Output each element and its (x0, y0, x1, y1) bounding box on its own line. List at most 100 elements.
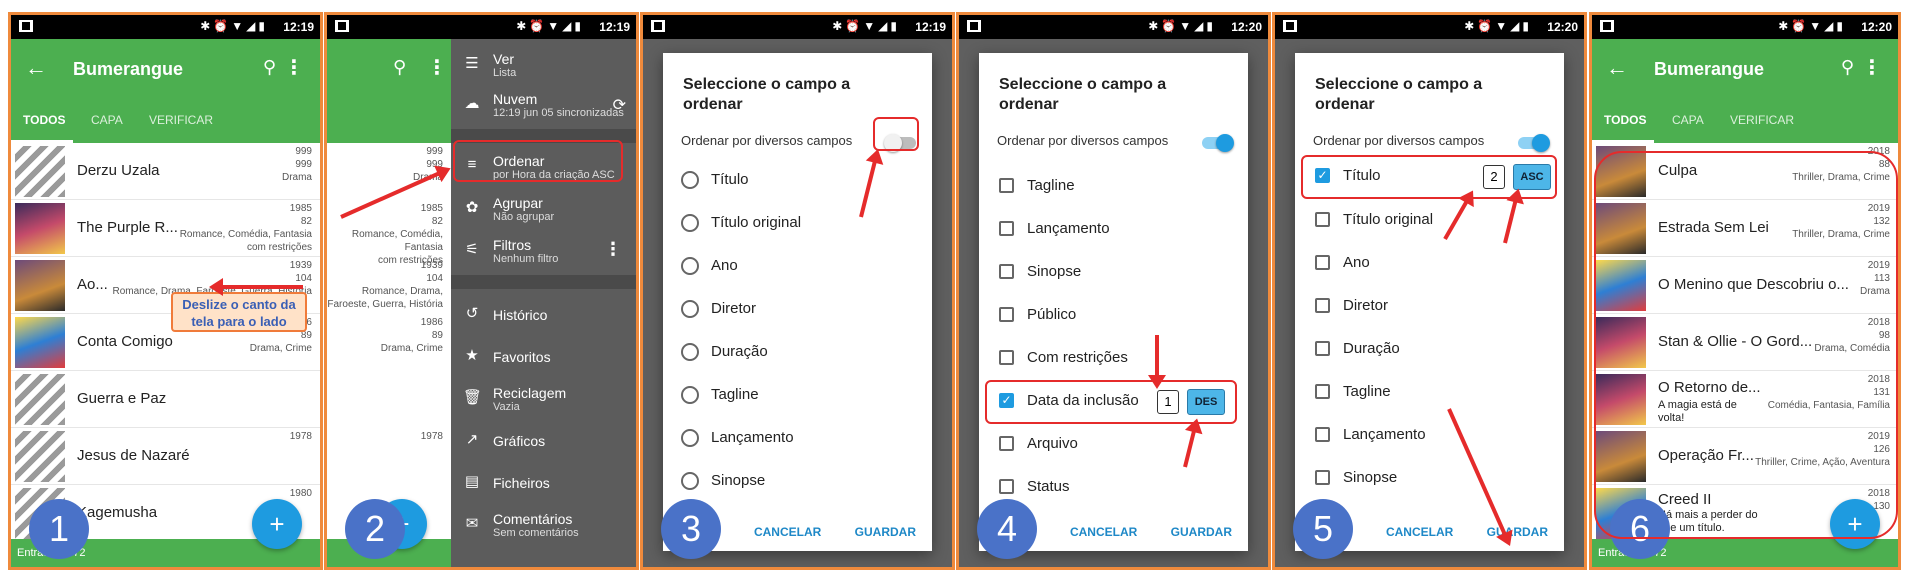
save-button[interactable]: GUARDAR (855, 525, 916, 539)
sort-option[interactable]: Sinopse (681, 464, 922, 500)
checkbox[interactable] (999, 350, 1014, 365)
checkbox[interactable] (1315, 298, 1330, 313)
back-arrow-icon[interactable]: ← (25, 55, 47, 81)
sort-option[interactable]: Diretor (681, 292, 922, 328)
sort-option[interactable]: Público (997, 298, 1238, 334)
cancel-button[interactable]: CANCELAR (1070, 525, 1137, 539)
cancel-button[interactable]: CANCELAR (754, 525, 821, 539)
checkbox[interactable] (999, 307, 1014, 322)
tab-capa[interactable]: CAPA (91, 113, 123, 127)
list-item[interactable]: Jesus de Nazaré 1978 (11, 428, 320, 485)
sync-icon[interactable]: ⟳ (613, 95, 626, 115)
radio-button[interactable] (681, 300, 699, 318)
checkbox[interactable] (999, 264, 1014, 279)
pointer-arrow (219, 285, 303, 289)
tab-capa[interactable]: CAPA (1672, 113, 1704, 127)
drawer-item-favoritos[interactable]: ★ Favoritos (451, 337, 636, 377)
status-icons: ✱⏰▼◢▮ (200, 19, 268, 33)
sort-option[interactable]: Ano (1313, 246, 1554, 282)
more-vert-icon[interactable]: ⋮ (427, 55, 447, 80)
radio-button[interactable] (681, 171, 699, 189)
drawer-item-comentarios[interactable]: ✉ Comentários Sem comentários (451, 505, 636, 545)
radio-button[interactable] (681, 386, 699, 404)
radio-button[interactable] (681, 472, 699, 490)
drawer-item-filtros[interactable]: ⚟ Filtros Nenhum filtro ⋮ (451, 231, 636, 271)
sort-option[interactable]: Duração (1313, 332, 1554, 368)
drawer-item-graficos[interactable]: ↗ Gráficos (451, 421, 636, 461)
sort-option[interactable]: Título original (681, 206, 922, 242)
search-icon[interactable]: ⚲ (263, 57, 276, 78)
sort-option[interactable]: Título (681, 163, 922, 199)
more-vert-icon[interactable]: ⋮ (604, 239, 622, 260)
add-fab-button[interactable]: + (252, 499, 302, 549)
search-icon[interactable]: ⚲ (1841, 57, 1854, 78)
drawer-item-reciclagem[interactable]: 🗑 Reciclagem Vazia (451, 379, 636, 419)
more-vert-icon[interactable]: ⋮ (1862, 55, 1882, 80)
sort-option[interactable]: Lançamento (681, 421, 922, 457)
drawer-item-nuvem[interactable]: ☁ Nuvem 12:19 jun 05 sincronizadas ⟳ (451, 85, 636, 125)
sort-option[interactable]: Sinopse (997, 255, 1238, 291)
sort-option[interactable]: Ano (681, 249, 922, 285)
checkbox[interactable] (999, 221, 1014, 236)
sort-option[interactable]: Título original (1313, 203, 1554, 239)
save-button[interactable]: GUARDAR (1171, 525, 1232, 539)
status-icons: ✱⏰▼◢▮ (832, 19, 900, 33)
drawer-item-agrupar[interactable]: ✿ Agrupar Não agrupar (451, 189, 636, 229)
sort-option[interactable]: Tagline (997, 169, 1238, 205)
tab-todos[interactable]: TODOS (23, 113, 65, 127)
radio-button[interactable] (681, 257, 699, 275)
star-icon: ★ (465, 347, 479, 364)
list-item[interactable]: The Purple R... 1985 82 Romance, Comédia, … (11, 200, 320, 257)
list-item[interactable]: Guerra e Paz (11, 371, 320, 428)
checkbox[interactable] (1315, 427, 1330, 442)
list-item[interactable]: Derzu Uzala 999 999 Drama (11, 143, 320, 200)
dialog-buttons: CANCELAR GUARDAR (1040, 525, 1232, 539)
checkbox[interactable] (999, 178, 1014, 193)
status-bar: ✱⏰▼◢▮ 12:20 (959, 15, 1268, 39)
sort-option[interactable]: Duração (681, 335, 922, 371)
screen-3: ✱⏰▼◢▮ 12:19 Seleccione o campo a ordenar… (640, 12, 955, 570)
filter-icon: ⚟ (465, 241, 479, 258)
status-time: 12:19 (283, 20, 314, 34)
checkbox[interactable] (1315, 212, 1330, 227)
drawer-item-ficheiros[interactable]: ▤ Ficheiros (451, 463, 636, 503)
item-title: Guerra e Paz (77, 390, 167, 407)
app-bar: ⚲ ⋮ (327, 39, 451, 143)
checkbox[interactable] (999, 479, 1014, 494)
cancel-button[interactable]: CANCELAR (1386, 525, 1453, 539)
dialog-title: Seleccione o campo a ordenar (999, 76, 1167, 113)
sort-option[interactable]: Lançamento (1313, 418, 1554, 454)
checkbox[interactable] (1315, 341, 1330, 356)
checkbox[interactable] (1315, 384, 1330, 399)
radio-button[interactable] (681, 214, 699, 232)
sort-option[interactable]: Status (997, 470, 1238, 506)
item-meta: 1939104Romance, Drama, Faroeste, Guerra,… (327, 260, 443, 310)
radio-button[interactable] (681, 343, 699, 361)
highlight-sorted-list (1594, 151, 1898, 539)
tab-verificar[interactable]: VERIFICAR (1730, 113, 1794, 127)
checkbox[interactable] (999, 436, 1014, 451)
sort-option[interactable]: Tagline (1313, 375, 1554, 411)
multi-sort-toggle[interactable] (1518, 134, 1550, 152)
sort-option[interactable]: Lançamento (997, 212, 1238, 248)
status-bar: ✱⏰▼◢▮ 12:19 (643, 15, 952, 39)
checkbox[interactable] (1315, 470, 1330, 485)
back-arrow-icon[interactable]: ← (1606, 55, 1628, 81)
drawer-item-historico[interactable]: ↺ Histórico (451, 295, 636, 335)
search-icon[interactable]: ⚲ (393, 57, 406, 78)
sort-option[interactable]: Diretor (1313, 289, 1554, 325)
sort-option[interactable]: Com restrições (997, 341, 1238, 377)
list-behind-drawer: ⚲ ⋮ 999999Drama 198582Romance, Comédia, … (327, 39, 451, 567)
radio-button[interactable] (681, 429, 699, 447)
list-view-icon: ☰ (465, 55, 479, 72)
tab-verificar[interactable]: VERIFICAR (149, 113, 213, 127)
checkbox[interactable] (1315, 255, 1330, 270)
step-number: 1 (29, 499, 89, 559)
tab-todos[interactable]: TODOS (1604, 113, 1646, 127)
drawer-item-ver[interactable]: ☰ Ver Lista (451, 45, 636, 85)
sort-option[interactable]: Sinopse (1313, 461, 1554, 497)
status-icons: ✱⏰▼◢▮ (1778, 19, 1846, 33)
sort-option[interactable]: Tagline (681, 378, 922, 414)
more-vert-icon[interactable]: ⋮ (284, 55, 304, 80)
multi-sort-toggle[interactable] (1202, 134, 1234, 152)
